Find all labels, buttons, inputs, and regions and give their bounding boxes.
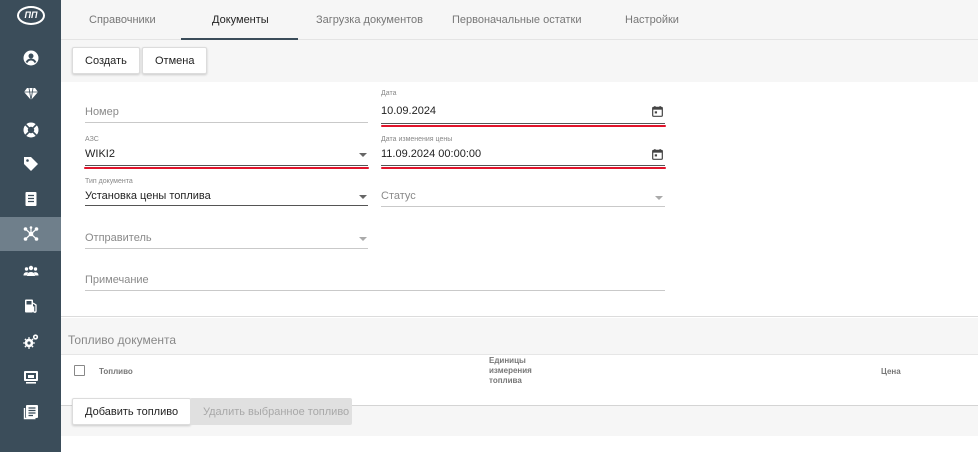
price-change-date-underline xyxy=(381,165,665,166)
top-navigation: Справочники Документы Загрузка документо… xyxy=(61,0,978,40)
station-value: WIKI2 xyxy=(85,148,115,160)
news-icon xyxy=(23,405,38,420)
note-placeholder: Примечание xyxy=(85,274,149,286)
cancel-button[interactable]: Отмена xyxy=(142,47,208,74)
number-field[interactable]: Номер xyxy=(85,102,368,124)
sender-underline xyxy=(85,248,368,249)
users-group-icon xyxy=(23,265,38,276)
note-underline xyxy=(85,290,665,291)
action-toolbar: Создать Отмена xyxy=(61,40,978,82)
column-fuel[interactable]: Топливо xyxy=(99,367,133,377)
tab-references[interactable]: Справочники xyxy=(89,0,156,40)
column-units-line2[interactable]: измерения xyxy=(489,366,532,376)
price-change-date-highlight xyxy=(381,167,666,169)
column-units-line3[interactable]: топлива xyxy=(489,376,522,386)
station-highlight xyxy=(84,167,369,169)
sidebar: ПП xyxy=(0,0,61,452)
sender-select[interactable]: Отправитель xyxy=(85,230,368,250)
delete-selected-fuel-button[interactable]: Удалить выбранное топливо xyxy=(190,398,352,425)
fuel-section: Топливо документа Топливо Единицы измере… xyxy=(61,318,978,452)
app-logo[interactable]: ПП xyxy=(17,6,45,25)
price-change-date-value: 11.09.2024 00:00:00 xyxy=(381,148,482,160)
price-change-date-field[interactable]: Дата изменения цены 11.09.2024 00:00:00 xyxy=(381,136,666,170)
tab-document-upload[interactable]: Загрузка документов xyxy=(316,0,423,40)
sidebar-item-monitor[interactable] xyxy=(0,360,61,394)
doc-type-label: Тип документа xyxy=(85,178,133,185)
calendar-icon[interactable] xyxy=(652,106,663,117)
chevron-down-icon xyxy=(359,153,367,157)
chevron-down-icon xyxy=(359,195,367,199)
station-underline xyxy=(85,165,368,166)
tag-icon xyxy=(23,157,38,171)
chevron-down-icon xyxy=(359,237,367,241)
sender-placeholder: Отправитель xyxy=(85,232,152,244)
date-underline xyxy=(381,123,665,124)
table-footer xyxy=(61,436,978,452)
chevron-down-icon xyxy=(655,196,663,200)
sidebar-item-fuel[interactable] xyxy=(0,289,61,323)
tab-settings[interactable]: Настройки xyxy=(625,0,679,40)
note-field[interactable]: Примечание xyxy=(85,272,665,292)
price-change-date-label: Дата изменения цены xyxy=(381,136,453,143)
network-nodes-icon xyxy=(23,226,38,241)
number-underline xyxy=(85,122,368,123)
tab-documents[interactable]: Документы xyxy=(181,0,298,40)
date-highlight xyxy=(381,125,666,127)
user-circle-icon xyxy=(23,50,38,66)
add-fuel-button[interactable]: Добавить топливо xyxy=(72,398,192,425)
column-units-line1[interactable]: Единицы xyxy=(489,356,526,366)
select-all-checkbox[interactable] xyxy=(74,365,85,376)
status-placeholder: Статус xyxy=(381,190,416,202)
tab-initial-balances[interactable]: Первоначальные остатки xyxy=(452,0,582,40)
sidebar-item-support[interactable] xyxy=(0,113,61,147)
date-label: Дата xyxy=(381,90,397,97)
lifebuoy-icon xyxy=(23,122,38,138)
gears-icon xyxy=(22,334,38,349)
status-underline xyxy=(381,206,665,207)
doc-type-underline xyxy=(85,205,368,206)
fuel-section-title: Топливо документа xyxy=(68,333,177,347)
create-button[interactable]: Создать xyxy=(72,47,140,74)
sidebar-item-network[interactable] xyxy=(0,217,61,251)
sidebar-item-users[interactable] xyxy=(0,254,61,288)
doc-type-select[interactable]: Тип документа Установка цены топлива xyxy=(85,178,368,206)
document-list-icon xyxy=(25,192,36,206)
station-label: АЗС xyxy=(85,136,99,143)
sidebar-item-news[interactable] xyxy=(0,395,61,429)
column-price[interactable]: Цена xyxy=(881,367,901,377)
sidebar-item-documents[interactable] xyxy=(0,182,61,216)
date-field[interactable]: Дата 10.09.2024 xyxy=(381,90,666,128)
sidebar-item-diamond[interactable] xyxy=(0,77,61,111)
sidebar-item-tags[interactable] xyxy=(0,147,61,181)
number-placeholder: Номер xyxy=(85,106,119,118)
fuel-pump-icon xyxy=(24,299,37,313)
doc-type-value: Установка цены топлива xyxy=(85,190,211,202)
monitor-icon xyxy=(23,371,38,384)
document-form: Номер Дата 10.09.2024 АЗС WIKI2 Дата изм… xyxy=(61,82,978,317)
station-select[interactable]: АЗС WIKI2 xyxy=(84,136,369,170)
date-value: 10.09.2024 xyxy=(381,105,437,117)
sidebar-item-settings[interactable] xyxy=(0,324,61,358)
diamond-icon xyxy=(23,87,38,101)
calendar-icon[interactable] xyxy=(652,149,663,160)
sidebar-item-profile[interactable] xyxy=(0,41,61,75)
status-select[interactable]: Статус xyxy=(381,188,665,208)
